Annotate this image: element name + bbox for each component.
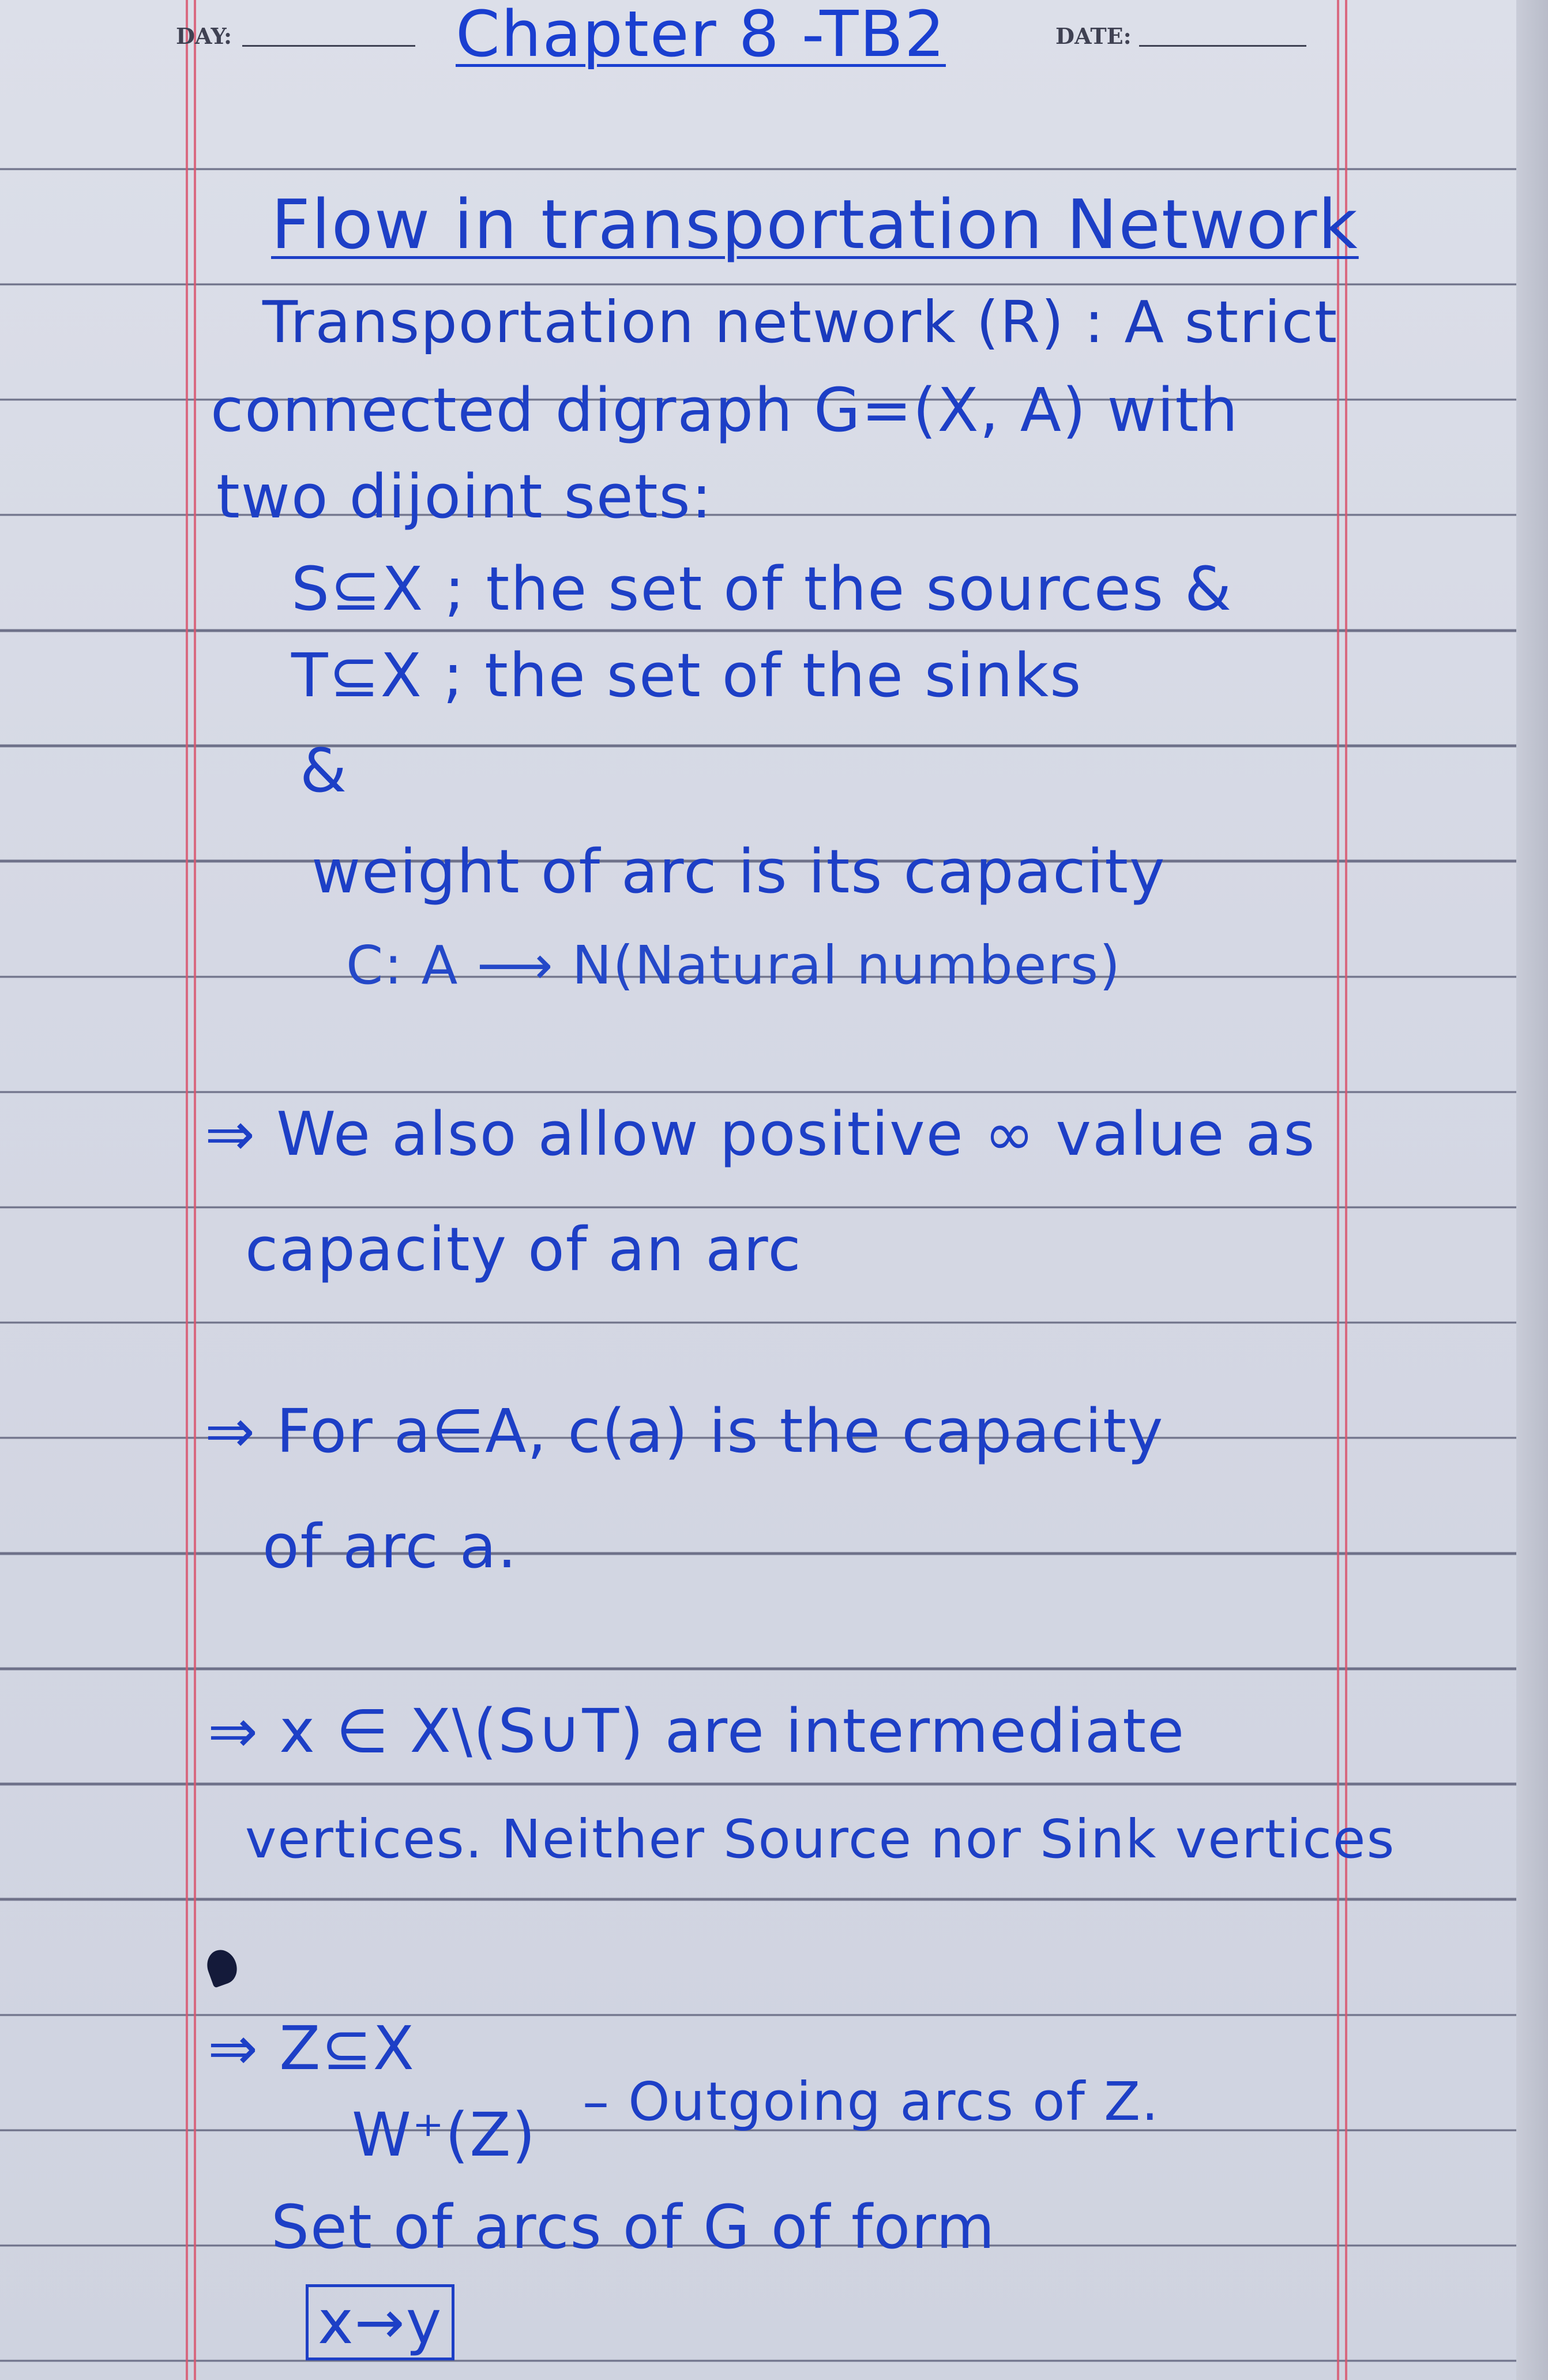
definition-line-1: Transportation network (R) : A strict	[262, 288, 1339, 356]
outgoing-text: – Outgoing arcs of Z.	[583, 2071, 1160, 2133]
capacity-map: C: A ⟶ N(Natural numbers)	[346, 934, 1121, 996]
sources-line: S⊆X ; the set of the sources &	[291, 554, 1233, 624]
notebook-page: DAY: DATE: Chapter 8 -TB2 Flow in transp…	[0, 0, 1548, 2380]
definition-line-3: two dijoint sets:	[216, 461, 713, 532]
chapter-title: Chapter 8 -TB2	[456, 0, 946, 71]
and-symbol: &	[300, 735, 348, 806]
left-margin-line-2	[194, 0, 196, 2380]
weight-line: weight of arc is its capacity	[311, 836, 1166, 907]
definition-line-2: connected digraph G=(X, A) with	[211, 375, 1239, 445]
point2-line-1: ⇒ For a∈A, c(a) is the capacity	[205, 1396, 1164, 1466]
point1-line-2: capacity of an arc	[245, 1214, 802, 1285]
point4-line-1: ⇒ Z⊆X	[208, 2013, 415, 2084]
right-margin-line	[1337, 0, 1339, 2380]
date-line	[1139, 45, 1306, 47]
day-label: DAY:	[176, 23, 232, 49]
point3-line-2: vertices. Neither Source nor Sink vertic…	[245, 1808, 1396, 1870]
point2-line-2: of arc a.	[262, 1511, 518, 1582]
point4-line-3: Set of arcs of G of form	[271, 2192, 996, 2262]
right-margin-line-2	[1345, 0, 1347, 2380]
boxed-arc: x→y	[306, 2284, 455, 2360]
page-edge	[1516, 0, 1548, 2380]
point3-line-1: ⇒ x ∈ X\(S∪T) are intermediate	[208, 1696, 1186, 1766]
outgoing-symbol: W⁺(Z)	[352, 2100, 537, 2170]
bullet-mark	[202, 1946, 242, 1988]
left-margin-line	[186, 0, 188, 2380]
date-label: DATE:	[1055, 23, 1132, 49]
notes-heading: Flow in transportation Network	[271, 185, 1359, 264]
day-line	[242, 45, 415, 47]
sinks-line: T⊆X ; the set of the sinks	[291, 640, 1083, 711]
point1-line-1: ⇒ We also allow positive ∞ value as	[205, 1099, 1316, 1169]
